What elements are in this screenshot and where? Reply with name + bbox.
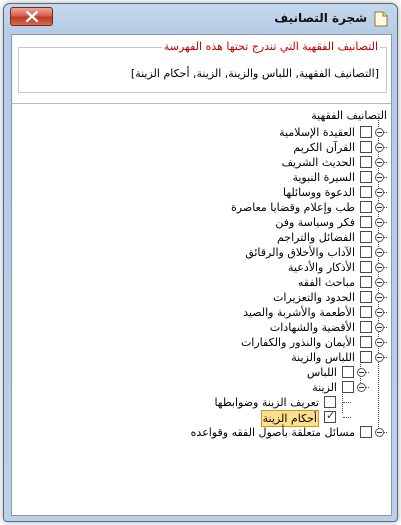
document-icon [374,11,388,27]
expand-toggle-icon[interactable] [375,203,384,212]
tree-node-checkbox[interactable] [324,396,336,408]
dialog-client-area: التصانيف الفقهية التي تندرج تحتها هذه ال… [11,34,392,516]
expand-toggle-icon[interactable] [357,383,366,392]
expand-toggle-icon[interactable] [375,248,384,257]
tree-node-label[interactable]: مباحث الفقه [298,275,355,290]
tree-node-checkbox[interactable] [360,426,372,438]
tree-node-checkbox[interactable] [360,261,372,273]
expand-toggle-icon[interactable] [375,188,384,197]
selected-path-value: [التصانيف الفقهية, اللباس والزينة, الزين… [130,67,379,80]
tree-node[interactable]: العقيدة الإسلامية [12,125,391,140]
tree-node[interactable]: مسائل متعلقة بأصول الفقه وقواعده [12,425,391,440]
tree-node-label[interactable]: الآداب والأخلاق والرقائق [245,245,355,260]
expand-toggle-icon[interactable] [375,233,384,242]
tree-node-checkbox[interactable] [360,216,372,228]
tree-node-checkbox[interactable] [360,306,372,318]
tree-node[interactable]: الحديث الشريف [12,155,391,170]
tree-node-label[interactable]: الأقضية والشهادات [270,320,355,335]
window-title: شجرة التصانيف [274,11,367,25]
tree-node[interactable]: اللباس والزينة [12,350,391,365]
tree-node[interactable]: الدعوة ووسائلها [12,185,391,200]
expand-toggle-icon[interactable] [375,128,384,137]
tree-node[interactable]: طب وإعلام وقضايا معاصرة [12,200,391,215]
tree-node-checkbox[interactable] [360,126,372,138]
tree-node-checkbox[interactable] [324,409,336,423]
close-icon [25,11,38,22]
tree-node[interactable]: السيرة النبوية [12,170,391,185]
tree-node[interactable]: مباحث الفقه [12,275,391,290]
tree-node-checkbox[interactable] [360,336,372,348]
expand-toggle-icon[interactable] [375,353,384,362]
expand-toggle-icon[interactable] [375,158,384,167]
tree-node-label[interactable]: الحديث الشريف [282,155,355,170]
tree-node-label[interactable]: العقيدة الإسلامية [279,125,355,140]
category-tree[interactable]: التصانيف الفقهية العقيدة الإسلامية القرآن… [12,104,391,515]
tree-node-label[interactable]: الأيمان والنذور والكفارات [241,335,355,350]
expand-toggle-icon[interactable] [375,218,384,227]
expand-toggle-icon[interactable] [375,308,384,317]
tree-node-label[interactable]: اللباس والزينة [291,350,355,365]
tree-node[interactable]: الأذكار والأدعية [12,260,391,275]
tree-node[interactable]: الزينة [12,380,391,395]
tree-node[interactable]: الحدود والتعزيرات [12,290,391,305]
tree-node-label[interactable]: الفضائل والتراجم [277,230,355,245]
tree-node-label[interactable]: الدعوة ووسائلها [283,185,355,200]
tree-node-checkbox[interactable] [360,231,372,243]
expand-toggle-icon[interactable] [375,323,384,332]
tree-node-label[interactable]: اللباس [307,365,337,380]
tree-node[interactable]: الأيمان والنذور والكفارات [12,335,391,350]
tree-node-checkbox[interactable] [360,201,372,213]
tree-root-label: التصانيف الفقهية [311,109,387,122]
expand-toggle-icon[interactable] [375,143,384,152]
tree-node-label[interactable]: السيرة النبوية [292,170,355,185]
tree-node[interactable]: تعريف الزينة وضوابطها [12,395,391,410]
expand-toggle-icon[interactable] [375,263,384,272]
tree-node-label[interactable]: القرآن الكريم [293,140,355,155]
tree-node-label[interactable]: مسائل متعلقة بأصول الفقه وقواعده [191,425,355,440]
tree-node-label[interactable]: طب وإعلام وقضايا معاصرة [231,200,355,215]
tree-node[interactable]: الآداب والأخلاق والرقائق [12,245,391,260]
tree-connector [343,402,351,403]
tree-node-checkbox[interactable] [360,321,372,333]
selected-path-label: التصانيف الفقهية التي تندرج تحتها هذه ال… [161,40,380,53]
tree-node[interactable]: الفضائل والتراجم [12,230,391,245]
tree-node-label[interactable]: الزينة [312,380,337,395]
expand-toggle-icon[interactable] [375,278,384,287]
tree-node[interactable]: الأقضية والشهادات [12,320,391,335]
tree-node-checkbox[interactable] [360,351,372,363]
tree-node[interactable]: الأطعمة والأشربة والصيد [12,305,391,320]
expand-toggle-icon[interactable] [375,293,384,302]
tree-connector [343,417,351,418]
tree-node-checkbox[interactable] [360,276,372,288]
tree-node-checkbox[interactable] [360,186,372,198]
tree-node-checkbox[interactable] [360,141,372,153]
expand-toggle-icon[interactable] [375,338,384,347]
tree-node-checkbox[interactable] [342,366,354,378]
tree-node-checkbox[interactable] [360,246,372,258]
tree-node[interactable]: القرآن الكريم [12,140,391,155]
expand-toggle-icon[interactable] [357,368,366,377]
tree-node-label[interactable]: فكر وسياسة وفن [275,215,355,230]
tree-node-label[interactable]: الحدود والتعزيرات [273,290,355,305]
expand-toggle-icon[interactable] [375,173,384,182]
title-bar[interactable]: شجرة التصانيف [4,4,397,34]
expand-toggle-icon[interactable] [375,428,384,437]
tree-node-label[interactable]: تعريف الزينة وضوابطها [214,395,319,410]
tree-node-label[interactable]: الأطعمة والأشربة والصيد [243,305,355,320]
close-button[interactable] [10,7,53,26]
selected-path-group: التصانيف الفقهية التي تندرج تحتها هذه ال… [18,40,387,93]
tree-node-checkbox[interactable] [360,291,372,303]
dialog-window: شجرة التصانيف التصانيف الفقهية التي تندر… [3,3,398,522]
tree-node[interactable]: اللباس [12,365,391,380]
tree-node-label[interactable]: الأذكار والأدعية [288,260,355,275]
tree-node-checkbox[interactable] [360,171,372,183]
tree-node[interactable]: فكر وسياسة وفن [12,215,391,230]
tree-node[interactable]: أحكام الزينة [12,409,391,427]
tree-node-checkbox[interactable] [360,156,372,168]
tree-node-checkbox[interactable] [342,381,354,393]
